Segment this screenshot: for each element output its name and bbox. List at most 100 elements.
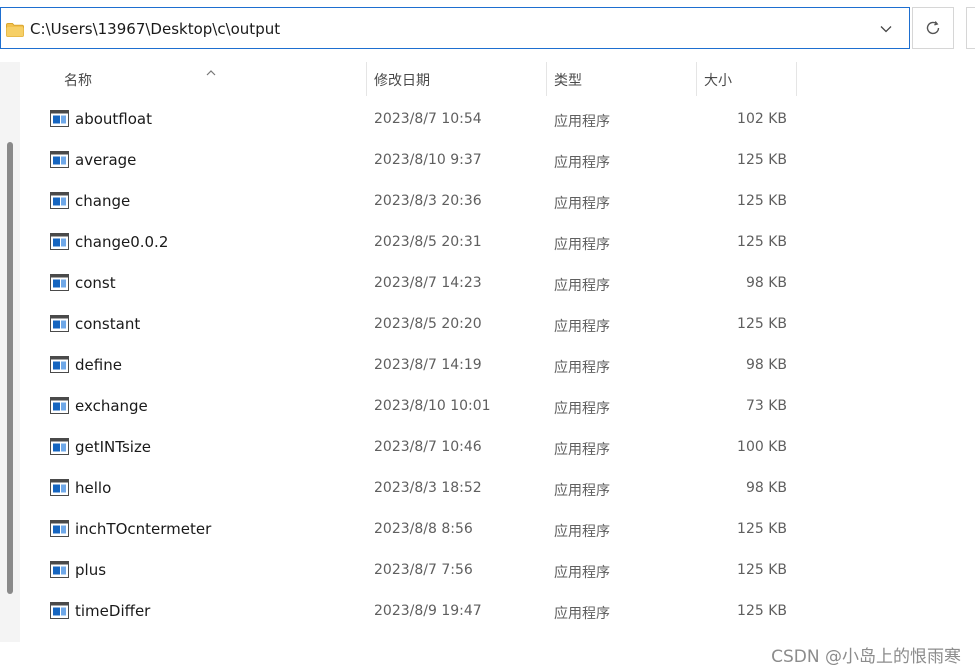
file-date: 2023/8/9 19:47 xyxy=(374,603,482,619)
scrollbar-thumb[interactable] xyxy=(7,142,13,594)
file-date: 2023/8/7 14:19 xyxy=(374,357,482,373)
file-name: hello xyxy=(75,479,112,497)
chevron-down-icon xyxy=(880,26,892,33)
file-row[interactable]: getINTsize 2023/8/7 10:46 应用程序 100 KB xyxy=(20,428,800,469)
file-row[interactable]: constant 2023/8/5 20:20 应用程序 125 KB xyxy=(20,305,800,346)
file-date: 2023/8/3 18:52 xyxy=(374,480,482,496)
file-type: 应用程序 xyxy=(554,442,610,458)
column-header-size[interactable]: 大小 xyxy=(704,70,732,90)
file-name: plus xyxy=(75,561,107,579)
file-size: 98 KB xyxy=(745,480,787,496)
application-window-icon xyxy=(50,602,69,619)
file-size: 125 KB xyxy=(737,193,787,209)
file-type: 应用程序 xyxy=(554,319,610,335)
search-box-edge[interactable] xyxy=(966,7,975,49)
address-dropdown-button[interactable] xyxy=(873,17,899,41)
file-date: 2023/8/3 20:36 xyxy=(374,193,482,209)
file-name: getINTsize xyxy=(75,438,152,456)
file-name: change xyxy=(75,192,131,210)
file-type: 应用程序 xyxy=(554,606,610,622)
file-type: 应用程序 xyxy=(554,196,610,212)
file-row[interactable]: define 2023/8/7 14:19 应用程序 98 KB xyxy=(20,346,800,387)
file-date: 2023/8/10 9:37 xyxy=(374,152,482,168)
column-divider[interactable] xyxy=(796,62,797,96)
file-size: 102 KB xyxy=(737,111,787,127)
file-row[interactable]: change 2023/8/3 20:36 应用程序 125 KB xyxy=(20,182,800,223)
file-name: const xyxy=(75,274,116,292)
file-date: 2023/8/7 7:56 xyxy=(374,562,473,578)
vertical-scrollbar[interactable] xyxy=(0,62,20,642)
application-window-icon xyxy=(50,438,69,455)
file-row[interactable]: aboutfloat 2023/8/7 10:54 应用程序 102 KB xyxy=(20,100,800,141)
application-window-icon xyxy=(50,561,69,578)
file-name: timeDiffer xyxy=(75,602,151,620)
column-divider[interactable] xyxy=(696,62,697,96)
application-window-icon xyxy=(50,397,69,414)
file-name: exchange xyxy=(75,397,148,415)
file-size: 125 KB xyxy=(737,562,787,578)
refresh-icon xyxy=(926,21,940,35)
file-date: 2023/8/7 14:23 xyxy=(374,275,482,291)
application-window-icon xyxy=(50,356,69,373)
file-name: change0.0.2 xyxy=(75,233,169,251)
column-header-date[interactable]: 修改日期 xyxy=(374,70,430,90)
file-row[interactable]: hello 2023/8/3 18:52 应用程序 98 KB xyxy=(20,469,800,510)
refresh-button[interactable] xyxy=(912,7,954,49)
file-date: 2023/8/10 10:01 xyxy=(374,398,491,414)
file-type: 应用程序 xyxy=(554,524,610,540)
file-size: 73 KB xyxy=(745,398,787,414)
application-window-icon xyxy=(50,151,69,168)
file-date: 2023/8/7 10:54 xyxy=(374,111,482,127)
file-type: 应用程序 xyxy=(554,565,610,581)
file-date: 2023/8/5 20:31 xyxy=(374,234,482,250)
file-list: aboutfloat 2023/8/7 10:54 应用程序 102 KB av… xyxy=(20,100,800,633)
file-type: 应用程序 xyxy=(554,483,610,499)
column-divider[interactable] xyxy=(546,62,547,96)
file-row[interactable]: average 2023/8/10 9:37 应用程序 125 KB xyxy=(20,141,800,182)
file-name: define xyxy=(75,356,122,374)
column-header-name[interactable]: 名称 xyxy=(64,70,92,90)
file-name: aboutfloat xyxy=(75,110,152,128)
application-window-icon xyxy=(50,233,69,250)
application-window-icon xyxy=(50,274,69,291)
file-name: inchTOcntermeter xyxy=(75,520,212,538)
file-size: 125 KB xyxy=(737,316,787,332)
file-date: 2023/8/8 8:56 xyxy=(374,521,473,537)
file-size: 125 KB xyxy=(737,603,787,619)
file-name: constant xyxy=(75,315,141,333)
application-window-icon xyxy=(50,110,69,127)
address-path[interactable]: C:\Users\13967\Desktop\c\output xyxy=(30,20,280,38)
file-size: 98 KB xyxy=(745,275,787,291)
column-header-row: 名称 修改日期 类型 大小 xyxy=(20,62,800,96)
file-date: 2023/8/7 10:46 xyxy=(374,439,482,455)
file-size: 100 KB xyxy=(737,439,787,455)
file-type: 应用程序 xyxy=(554,360,610,376)
sort-ascending-icon xyxy=(206,62,216,76)
file-size: 125 KB xyxy=(737,234,787,250)
application-window-icon xyxy=(50,520,69,537)
file-row[interactable]: inchTOcntermeter 2023/8/8 8:56 应用程序 125 … xyxy=(20,510,800,551)
column-divider[interactable] xyxy=(366,62,367,96)
file-date: 2023/8/5 20:20 xyxy=(374,316,482,332)
application-window-icon xyxy=(50,192,69,209)
file-size: 98 KB xyxy=(745,357,787,373)
file-type: 应用程序 xyxy=(554,114,610,130)
watermark: CSDN @小岛上的恨雨寒 xyxy=(771,647,961,667)
application-window-icon xyxy=(50,479,69,496)
file-explorer-window: C:\Users\13967\Desktop\c\output 名称 修改日期 … xyxy=(0,0,975,671)
file-name: average xyxy=(75,151,137,169)
file-row[interactable]: timeDiffer 2023/8/9 19:47 应用程序 125 KB xyxy=(20,592,800,633)
file-type: 应用程序 xyxy=(554,237,610,253)
address-bar[interactable]: C:\Users\13967\Desktop\c\output xyxy=(0,7,910,49)
column-header-type[interactable]: 类型 xyxy=(554,70,582,90)
file-type: 应用程序 xyxy=(554,155,610,171)
file-row[interactable]: exchange 2023/8/10 10:01 应用程序 73 KB xyxy=(20,387,800,428)
file-row[interactable]: plus 2023/8/7 7:56 应用程序 125 KB xyxy=(20,551,800,592)
application-window-icon xyxy=(50,315,69,332)
file-type: 应用程序 xyxy=(554,278,610,294)
folder-icon xyxy=(6,22,24,37)
file-row[interactable]: change0.0.2 2023/8/5 20:31 应用程序 125 KB xyxy=(20,223,800,264)
file-size: 125 KB xyxy=(737,521,787,537)
file-row[interactable]: const 2023/8/7 14:23 应用程序 98 KB xyxy=(20,264,800,305)
file-size: 125 KB xyxy=(737,152,787,168)
